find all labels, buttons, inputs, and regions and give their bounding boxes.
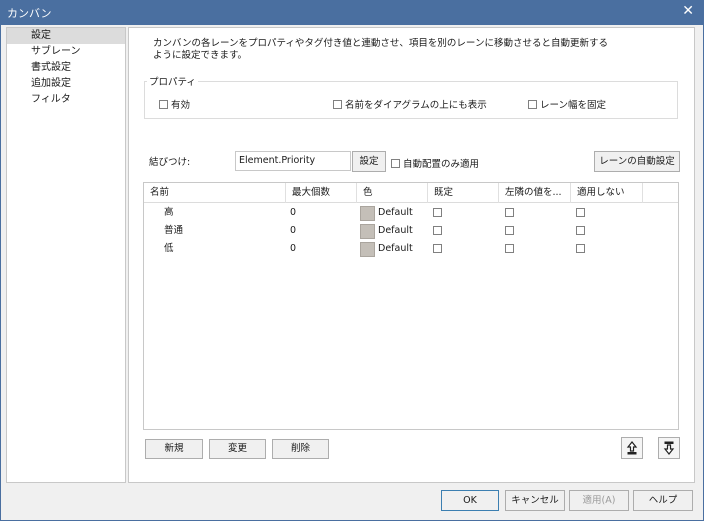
enabled-checkbox[interactable]: 有効 xyxy=(159,97,190,111)
window-title: カンバン xyxy=(7,7,52,20)
new-button[interactable]: 新規 xyxy=(145,439,203,459)
properties-group-label: プロパティ xyxy=(147,74,198,88)
row-name: 低 xyxy=(164,243,174,254)
row-color-label: Default xyxy=(378,243,413,254)
auto-place-checkbox-box[interactable] xyxy=(391,158,400,168)
lanes-table: 名前 最大個数 色 既定 左隣の値を... 適用しない 高 0 Default … xyxy=(143,182,679,430)
row-max-count: 0 xyxy=(290,243,297,254)
row-color-label: Default xyxy=(378,225,413,236)
default-checkbox[interactable] xyxy=(433,208,442,217)
apply-button[interactable]: 適用(A) xyxy=(569,490,629,511)
table-row[interactable]: 高 0 Default xyxy=(144,204,678,222)
sidebar-item-sublanes[interactable]: サブレーン xyxy=(7,44,125,60)
sidebar: 設定 サブレーン 書式設定 追加設定 フィルタ xyxy=(6,27,126,483)
row-max-count: 0 xyxy=(290,207,297,218)
show-name-label: 名前をダイアグラムの上にも表示 xyxy=(345,100,487,111)
show-name-checkbox[interactable]: 名前をダイアグラムの上にも表示 xyxy=(333,97,487,111)
ok-button[interactable]: OK xyxy=(441,490,499,511)
table-row[interactable]: 低 0 Default xyxy=(144,240,678,258)
close-icon[interactable]: ✕ xyxy=(682,3,694,19)
default-checkbox[interactable] xyxy=(433,226,442,235)
auto-place-checkbox[interactable]: 自動配置のみ適用 xyxy=(391,156,479,170)
help-button[interactable]: ヘルプ xyxy=(633,490,693,511)
title-bar: カンバン ✕ xyxy=(0,0,704,25)
auto-lane-button[interactable]: レーンの自動設定 xyxy=(594,151,680,172)
left-neighbor-checkbox[interactable] xyxy=(505,226,514,235)
description-text: カンバンの各レーンをプロパティやタグ付き値と連動させ、項目を別のレーンに移動させ… xyxy=(153,38,608,61)
binding-label: 結びつけ: xyxy=(149,157,191,168)
column-name[interactable]: 名前 xyxy=(144,183,286,203)
binding-settings-button[interactable]: 設定 xyxy=(352,151,386,172)
binding-input[interactable]: Element.Priority xyxy=(235,151,351,171)
left-neighbor-checkbox[interactable] xyxy=(505,244,514,253)
sidebar-item-additional[interactable]: 追加設定 xyxy=(7,76,125,92)
not-apply-checkbox[interactable] xyxy=(576,244,585,253)
modify-button[interactable]: 変更 xyxy=(209,439,266,459)
column-max-count[interactable]: 最大個数 xyxy=(286,183,357,203)
settings-panel: カンバンの各レーンをプロパティやタグ付き値と連動させ、項目を別のレーンに移動させ… xyxy=(128,27,695,483)
fix-lane-width-checkbox-box[interactable] xyxy=(528,99,537,109)
sidebar-item-format[interactable]: 書式設定 xyxy=(7,60,125,76)
color-swatch[interactable] xyxy=(360,224,375,239)
show-name-checkbox-box[interactable] xyxy=(333,99,342,109)
move-up-icon[interactable] xyxy=(621,437,643,459)
not-apply-checkbox[interactable] xyxy=(576,208,585,217)
table-row[interactable]: 普通 0 Default xyxy=(144,222,678,240)
table-header: 名前 最大個数 色 既定 左隣の値を... 適用しない xyxy=(144,183,678,203)
cancel-button[interactable]: キャンセル xyxy=(505,490,565,511)
sidebar-item-filter[interactable]: フィルタ xyxy=(7,92,125,108)
color-swatch[interactable] xyxy=(360,206,375,221)
column-not-apply[interactable]: 適用しない xyxy=(571,183,643,203)
enabled-label: 有効 xyxy=(171,100,191,111)
left-neighbor-checkbox[interactable] xyxy=(505,208,514,217)
fix-lane-width-checkbox[interactable]: レーン幅を固定 xyxy=(528,97,606,111)
auto-place-label: 自動配置のみ適用 xyxy=(403,159,480,170)
move-down-icon[interactable] xyxy=(658,437,680,459)
color-swatch[interactable] xyxy=(360,242,375,257)
default-checkbox[interactable] xyxy=(433,244,442,253)
row-color-label: Default xyxy=(378,207,413,218)
sidebar-item-settings[interactable]: 設定 xyxy=(7,28,125,44)
not-apply-checkbox[interactable] xyxy=(576,226,585,235)
fix-lane-width-label: レーン幅を固定 xyxy=(540,100,607,111)
row-name: 高 xyxy=(164,207,174,218)
column-left-neighbor[interactable]: 左隣の値を... xyxy=(499,183,571,203)
column-color[interactable]: 色 xyxy=(357,183,428,203)
row-name: 普通 xyxy=(164,225,184,236)
delete-button[interactable]: 削除 xyxy=(272,439,329,459)
enabled-checkbox-box[interactable] xyxy=(159,99,168,109)
row-max-count: 0 xyxy=(290,225,297,236)
column-default[interactable]: 既定 xyxy=(428,183,499,203)
